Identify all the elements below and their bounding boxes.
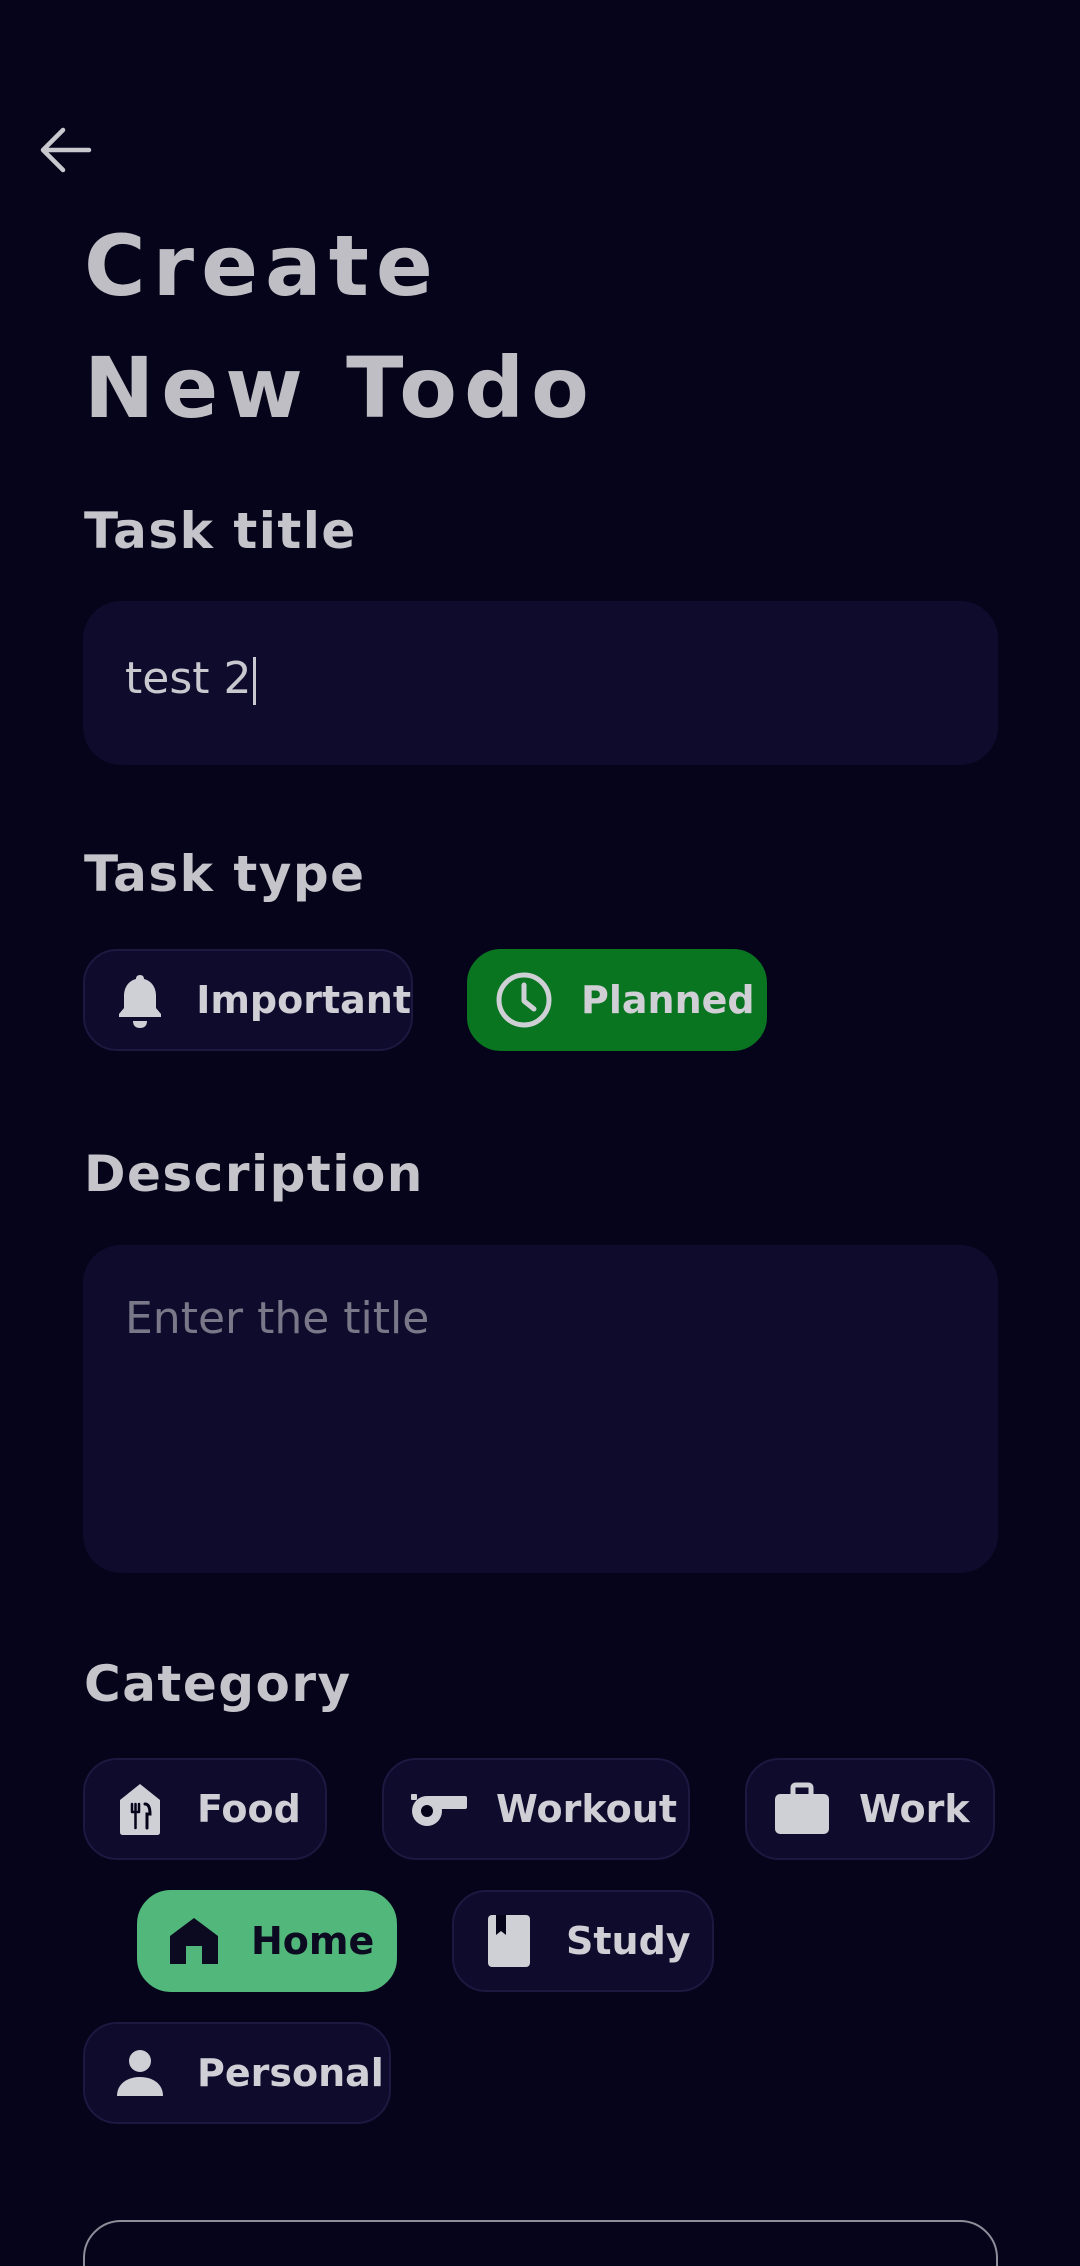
chip-label: Workout [496, 1787, 677, 1831]
bottom-button[interactable] [83, 2220, 998, 2266]
category-workout-chip[interactable]: Workout [382, 1758, 690, 1860]
food-icon [109, 1778, 171, 1840]
clock-icon [493, 969, 555, 1031]
category-work-chip[interactable]: Work [745, 1758, 995, 1860]
chip-label: Food [197, 1787, 301, 1831]
category-personal-chip[interactable]: Personal [83, 2022, 391, 2124]
category-study-chip[interactable]: Study [452, 1890, 714, 1992]
category-home-chip[interactable]: Home [137, 1890, 397, 1992]
bell-icon [109, 969, 170, 1031]
chip-label: Important [196, 978, 411, 1022]
description-input[interactable]: Enter the title [83, 1245, 998, 1573]
chip-label: Study [566, 1919, 691, 1963]
person-icon [109, 2042, 171, 2104]
book-icon [478, 1910, 540, 1972]
task-type-planned-chip[interactable]: Planned [467, 949, 767, 1051]
description-label: Description [84, 1145, 424, 1203]
task-title-label: Task title [84, 502, 357, 560]
page-title-line1: Create [84, 217, 440, 315]
chip-label: Work [859, 1787, 970, 1831]
category-food-chip[interactable]: Food [83, 1758, 327, 1860]
task-type-important-chip[interactable]: Important [83, 949, 413, 1051]
chip-label: Home [251, 1919, 375, 1963]
create-todo-screen: Create New Todo Task title test 2 Task t… [0, 0, 1080, 2266]
page-title-line2: New Todo [84, 339, 596, 437]
whistle-icon [408, 1778, 470, 1840]
home-icon [163, 1910, 225, 1972]
task-title-value: test 2 [125, 653, 252, 704]
arrow-left-icon [40, 127, 92, 173]
back-button[interactable] [30, 115, 100, 185]
briefcase-icon [771, 1778, 833, 1840]
page-title: Create New Todo [84, 205, 596, 449]
task-type-label: Task type [84, 845, 366, 903]
chip-label: Planned [581, 978, 755, 1022]
description-placeholder: Enter the title [125, 1293, 430, 1344]
category-label: Category [84, 1655, 352, 1713]
task-title-input[interactable]: test 2 [83, 601, 998, 765]
text-caret [253, 657, 257, 705]
chip-label: Personal [197, 2051, 384, 2095]
